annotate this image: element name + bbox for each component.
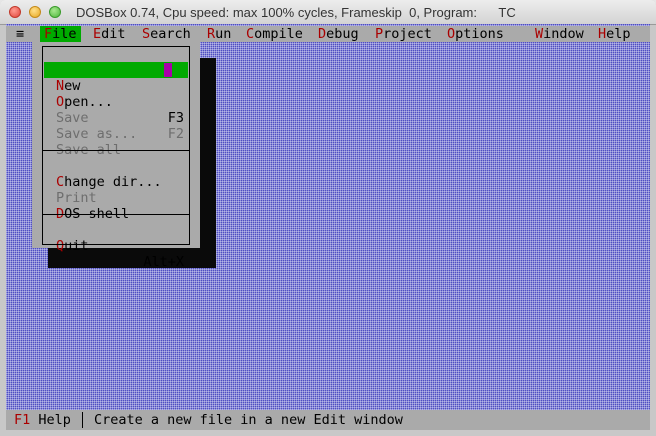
text-cursor xyxy=(164,63,172,77)
file-menu-dropdown: New Open... F3 Save F2 Save as... Save a… xyxy=(32,42,200,270)
menu-window[interactable]: Window xyxy=(531,26,588,42)
menu-help[interactable]: Help xyxy=(594,26,635,42)
dosbox-window: DOSBox 0.74, Cpu speed: max 100% cycles,… xyxy=(0,0,656,436)
menu-debug[interactable]: Debug xyxy=(314,26,363,42)
dos-screen: ≡ File Edit Search Run Compile Debug Pro… xyxy=(6,24,650,430)
close-window-button[interactable] xyxy=(9,6,21,18)
dropdown-bottom-border xyxy=(42,244,190,245)
status-divider xyxy=(82,412,83,428)
menu-run[interactable]: Run xyxy=(203,26,235,42)
status-bar: F1 Help Create a new file in a new Edit … xyxy=(6,410,650,430)
window-title: DOSBox 0.74, Cpu speed: max 100% cycles,… xyxy=(76,5,516,20)
menu-item-print: Print xyxy=(56,190,97,206)
menu-item-quit[interactable]: Quit Alt+X xyxy=(44,222,188,270)
menu-item-new[interactable]: New xyxy=(44,62,188,94)
menu-separator xyxy=(42,214,190,215)
status-message: Create a new file in a new Edit window xyxy=(94,412,403,428)
menu-separator xyxy=(42,150,190,151)
menu-item-save-as: Save as... xyxy=(56,126,138,142)
dropdown-top-border xyxy=(42,46,190,47)
menu-bar: ≡ File Edit Search Run Compile Debug Pro… xyxy=(6,26,650,42)
menu-project[interactable]: Project xyxy=(371,26,436,42)
menu-item-dos-shell[interactable]: DOS shell xyxy=(44,190,188,222)
system-menu-icon[interactable]: ≡ xyxy=(16,26,24,42)
shortcut-label: Alt+X xyxy=(143,254,184,270)
minimize-window-button[interactable] xyxy=(29,6,41,18)
menu-file[interactable]: File xyxy=(40,26,81,42)
help-hint[interactable]: F1 Help xyxy=(14,412,71,428)
menu-search[interactable]: Search xyxy=(138,26,195,42)
zoom-window-button[interactable] xyxy=(49,6,61,18)
title-bar[interactable]: DOSBox 0.74, Cpu speed: max 100% cycles,… xyxy=(0,0,656,25)
menu-item-change-dir[interactable]: Change dir... xyxy=(44,158,188,190)
menu-options[interactable]: Options xyxy=(443,26,508,42)
menu-item-save-all: Save all xyxy=(56,142,122,158)
menu-compile[interactable]: Compile xyxy=(242,26,307,42)
menu-item-open[interactable]: Open... F3 xyxy=(44,78,188,126)
menu-edit[interactable]: Edit xyxy=(89,26,130,42)
menu-item-save: Save F2 xyxy=(56,110,184,142)
